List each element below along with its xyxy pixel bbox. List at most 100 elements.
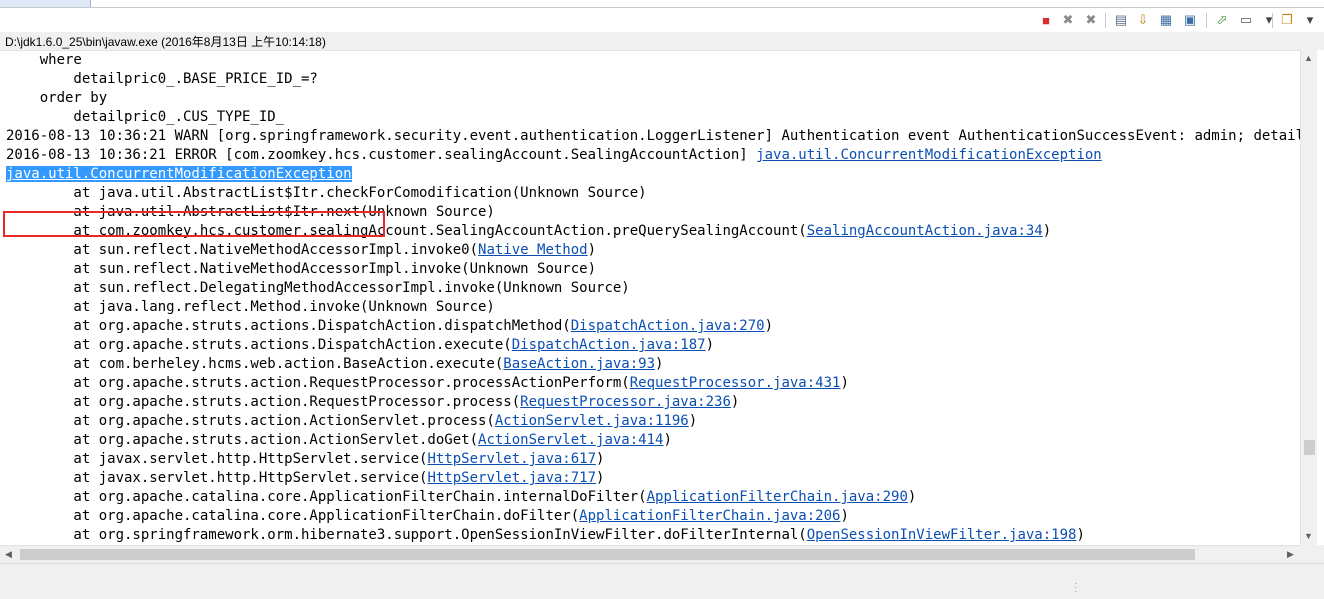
stacktrace-link[interactable]: BaseAction.java:93 xyxy=(503,356,655,372)
scroll-left-icon[interactable]: ◀ xyxy=(5,549,12,560)
stacktrace-link[interactable]: ActionServlet.java:1196 xyxy=(495,413,689,429)
console-line: order by xyxy=(6,89,1300,108)
console-text: at org.apache.catalina.core.ApplicationF… xyxy=(6,508,580,524)
stacktrace-link[interactable]: RequestProcessor.java:431 xyxy=(630,375,841,391)
vertical-scroll-thumb[interactable] xyxy=(1304,440,1315,455)
console-text: at org.apache.struts.action.RequestProce… xyxy=(6,394,521,410)
console-line: at org.apache.struts.action.RequestProce… xyxy=(6,393,1300,412)
console-text: ) xyxy=(596,470,605,486)
console-text: at java.util.AbstractList$Itr.checkForCo… xyxy=(6,185,647,201)
console-text: at org.apache.catalina.core.ApplicationF… xyxy=(6,489,647,505)
status-bar: · · · xyxy=(0,563,1324,599)
console-text: at com.zoomkey.hcs.customer.sealingAccou… xyxy=(6,223,807,239)
toolbar-separator xyxy=(1206,13,1207,28)
remove-launch-icon[interactable]: ✖ xyxy=(1060,12,1076,28)
console-line: at org.apache.catalina.core.ApplicationF… xyxy=(6,507,1300,526)
horizontal-scroll-thumb[interactable] xyxy=(20,549,1195,560)
console-text: 2016-08-13 10:36:21 WARN [org.springfram… xyxy=(6,128,1300,144)
open-console-icon[interactable]: ❐ xyxy=(1279,12,1295,28)
console-text: at sun.reflect.DelegatingMethodAccessorI… xyxy=(6,280,630,296)
console-text: at sun.reflect.NativeMethodAccessorImpl.… xyxy=(6,261,597,277)
console-text: ) xyxy=(705,337,715,353)
console-line: at javax.servlet.http.HttpServlet.servic… xyxy=(6,469,1300,488)
chevron-down-icon[interactable]: ▾ xyxy=(1302,12,1318,28)
console-toolbar: ■ ✖ ✖ ▤ ⇩ ▦ ▣ ⬀ ▭ ▾ ❐ ▾ xyxy=(0,8,1324,32)
chevron-down-icon[interactable]: ▾ xyxy=(1261,12,1277,28)
console-line: detailpric0_.BASE_PRICE_ID_=? xyxy=(6,70,1300,89)
terminate-icon[interactable]: ■ xyxy=(1038,12,1054,28)
console-line: at org.apache.catalina.core.ApplicationF… xyxy=(6,488,1300,507)
scroll-lock-icon[interactable]: ⇩ xyxy=(1135,12,1151,28)
stacktrace-link[interactable]: ApplicationFilterChain.java:290 xyxy=(647,489,908,505)
console-line: at sun.reflect.DelegatingMethodAccessorI… xyxy=(6,279,1300,298)
clear-console-icon[interactable]: ▤ xyxy=(1113,12,1129,28)
pin-console-icon[interactable]: ⬀ xyxy=(1214,12,1230,28)
console-text: at java.util.AbstractList$Itr.next(Unkno… xyxy=(6,204,495,220)
console-text: at org.springframework.orm.hibernate3.su… xyxy=(6,527,807,543)
console-line: 2016-08-13 10:36:21 ERROR [com.zoomkey.h… xyxy=(6,146,1300,165)
console-line: at org.apache.struts.actions.DispatchAct… xyxy=(6,336,1300,355)
console-text: ) xyxy=(840,508,849,524)
console-line: at org.apache.struts.action.RequestProce… xyxy=(6,374,1300,393)
scroll-down-icon[interactable]: ▼ xyxy=(1304,531,1313,541)
console-text: at com.berheley.hcms.web.action.BaseActi… xyxy=(6,356,504,372)
console-text: ) xyxy=(663,432,672,448)
stacktrace-link[interactable]: ActionServlet.java:414 xyxy=(478,432,663,448)
console-text: ) xyxy=(840,375,849,391)
vertical-scrollbar[interactable]: ▲ ▼ xyxy=(1300,50,1317,545)
stacktrace-link[interactable]: java.util.ConcurrentModificationExceptio… xyxy=(756,147,1102,163)
console-line: at com.berheley.hcms.web.action.BaseActi… xyxy=(6,355,1300,374)
display-selected-console-icon[interactable]: ▭ xyxy=(1238,12,1254,28)
console-text: 2016-08-13 10:36:21 ERROR [com.zoomkey.h… xyxy=(6,147,757,163)
console-text: at javax.servlet.http.HttpServlet.servic… xyxy=(6,470,428,486)
scroll-right-icon[interactable]: ▶ xyxy=(1287,549,1294,560)
console-line: detailpric0_.CUS_TYPE_ID_ xyxy=(6,108,1300,127)
console-text: ) xyxy=(587,242,597,258)
stacktrace-link[interactable]: DispatchAction.java:270 xyxy=(571,318,765,334)
console-text: order by xyxy=(6,90,108,106)
console-text: ) xyxy=(764,318,774,334)
console-line: at com.zoomkey.hcs.customer.sealingAccou… xyxy=(6,222,1300,241)
scroll-up-icon[interactable]: ▲ xyxy=(1304,53,1313,63)
toolbar-separator xyxy=(1272,13,1273,28)
console-text: at org.apache.struts.action.RequestProce… xyxy=(6,375,630,391)
console-text: detailpric0_.BASE_PRICE_ID_=? xyxy=(6,71,318,87)
console-text: ) xyxy=(1042,223,1052,239)
editor-tab[interactable] xyxy=(0,0,91,7)
console-line: at java.util.AbstractList$Itr.next(Unkno… xyxy=(6,203,1300,222)
show-console-on-output-icon[interactable]: ▣ xyxy=(1182,12,1198,28)
stacktrace-link[interactable]: OpenSessionInViewFilter.java:198 xyxy=(807,527,1077,543)
console-text: ) xyxy=(655,356,664,372)
console-text: where xyxy=(6,52,82,68)
remove-all-terminated-icon[interactable]: ✖ xyxy=(1083,12,1099,28)
stacktrace-link[interactable]: HttpServlet.java:617 xyxy=(427,451,596,467)
console-line: at org.springframework.orm.hibernate3.su… xyxy=(6,526,1300,545)
toolbar-separator xyxy=(1105,13,1106,28)
console-line: at org.apache.struts.actions.DispatchAct… xyxy=(6,317,1300,336)
stacktrace-link[interactable]: RequestProcessor.java:236 xyxy=(520,394,731,410)
console-text: at java.lang.reflect.Method.invoke(Unkno… xyxy=(6,299,495,315)
console-text: at sun.reflect.NativeMethodAccessorImpl.… xyxy=(6,242,479,258)
scrollbar-corner xyxy=(1300,545,1324,562)
stacktrace-link[interactable]: HttpServlet.java:717 xyxy=(427,470,596,486)
console-text: ) xyxy=(907,489,917,505)
stacktrace-link[interactable]: ApplicationFilterChain.java:206 xyxy=(579,508,840,524)
splitter-grip[interactable]: · · · xyxy=(1074,579,1077,597)
horizontal-scrollbar[interactable]: ◀ ▶ xyxy=(0,545,1300,563)
console-text: ) xyxy=(1076,527,1085,543)
console-line: at java.util.AbstractList$Itr.checkForCo… xyxy=(6,184,1300,203)
stacktrace-link[interactable]: DispatchAction.java:187 xyxy=(512,337,706,353)
console-output[interactable]: where detailpric0_.BASE_PRICE_ID_=? orde… xyxy=(0,50,1300,546)
console-text: at org.apache.struts.actions.DispatchAct… xyxy=(6,337,512,353)
console-line: java.util.ConcurrentModificationExceptio… xyxy=(6,165,1300,184)
editor-tab-strip xyxy=(0,0,1324,8)
console-line: at javax.servlet.http.HttpServlet.servic… xyxy=(6,450,1300,469)
console-line: at sun.reflect.NativeMethodAccessorImpl.… xyxy=(6,260,1300,279)
stacktrace-link[interactable]: Native Method xyxy=(478,242,588,258)
console-text: ) xyxy=(596,451,605,467)
console-text: at org.apache.struts.actions.DispatchAct… xyxy=(6,318,571,334)
stacktrace-link[interactable]: java.util.ConcurrentModificationExceptio… xyxy=(6,166,352,182)
word-wrap-icon[interactable]: ▦ xyxy=(1158,12,1174,28)
console-line: at java.lang.reflect.Method.invoke(Unkno… xyxy=(6,298,1300,317)
stacktrace-link[interactable]: SealingAccountAction.java:34 xyxy=(807,223,1043,239)
